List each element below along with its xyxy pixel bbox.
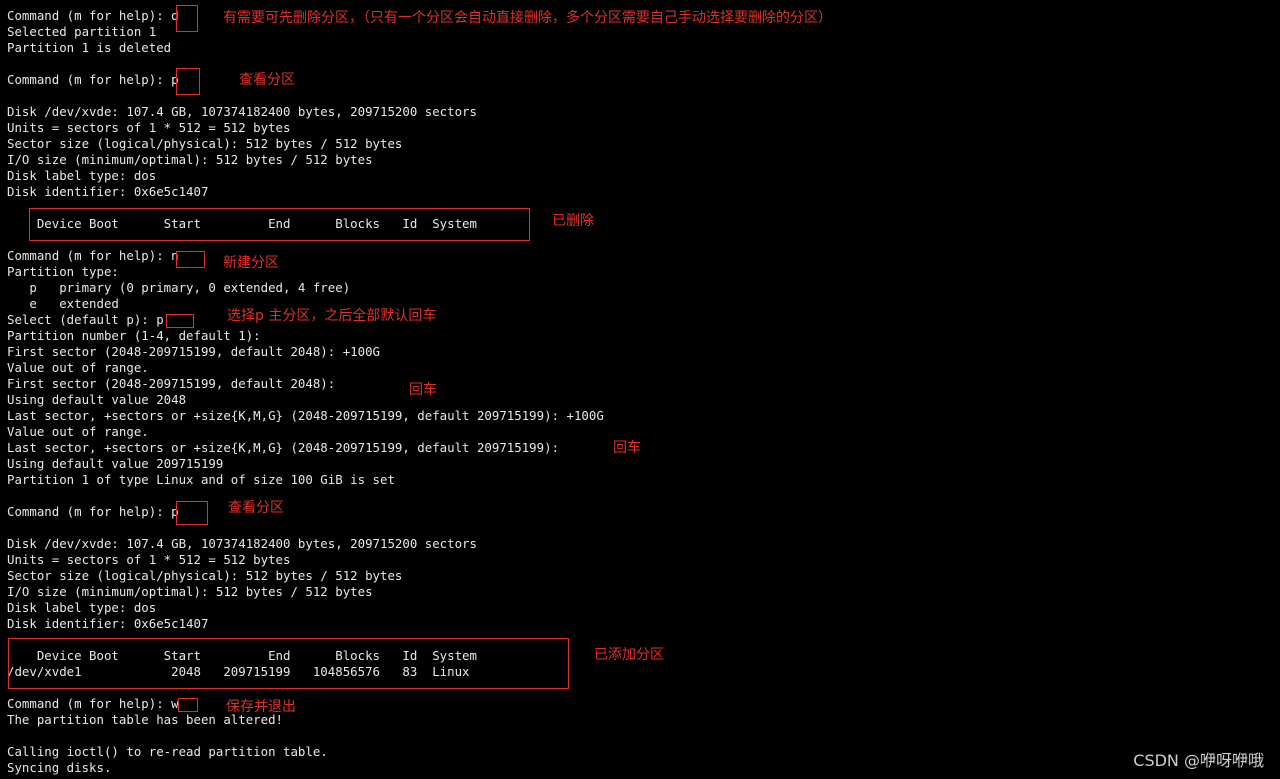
- terminal-line: Command (m for help): w: [7, 696, 179, 711]
- annotation-new-partition: 新建分区: [223, 255, 279, 271]
- annotation-view-partitions: 查看分区: [239, 72, 295, 88]
- terminal-line: Partition 1 of type Linux and of size 10…: [7, 472, 395, 487]
- highlight-p-command: [176, 68, 200, 95]
- terminal-line: Selected partition 1: [7, 24, 157, 39]
- highlight-d-command: [176, 5, 198, 32]
- terminal-line: e extended: [7, 296, 119, 311]
- terminal-line: Command (m for help): n: [7, 248, 179, 263]
- terminal-line: Partition 1 is deleted: [7, 40, 172, 55]
- terminal-line: Last sector, +sectors or +size{K,M,G} (2…: [7, 440, 560, 455]
- highlight-partition-table: [8, 638, 569, 689]
- terminal-line: Disk label type: dos: [7, 168, 157, 183]
- terminal-line: p primary (0 primary, 0 extended, 4 free…: [7, 280, 351, 295]
- terminal-line: Disk identifier: 0x6e5c1407: [7, 616, 209, 631]
- terminal-line: Select (default p): p: [7, 312, 164, 327]
- annotation-save-exit: 保存并退出: [226, 699, 296, 715]
- highlight-select-p: [166, 314, 194, 328]
- annotation-enter-2: 回车: [613, 440, 641, 456]
- terminal-line: Command (m for help): p: [7, 504, 179, 519]
- highlight-p-command-2: [176, 501, 208, 525]
- terminal-line: Calling ioctl() to re-read partition tab…: [7, 744, 328, 759]
- terminal-line: Sector size (logical/physical): 512 byte…: [7, 136, 403, 151]
- annotation-select-primary: 选择p 主分区，之后全部默认回车: [227, 308, 437, 324]
- terminal-line: Value out of range.: [7, 360, 149, 375]
- terminal-line: Disk identifier: 0x6e5c1407: [7, 184, 209, 199]
- terminal-line: I/O size (minimum/optimal): 512 bytes / …: [7, 584, 373, 599]
- terminal-line: Disk label type: dos: [7, 600, 157, 615]
- annotation-added-partition: 已添加分区: [594, 647, 664, 663]
- terminal-line: I/O size (minimum/optimal): 512 bytes / …: [7, 152, 373, 167]
- terminal-line: Using default value 209715199: [7, 456, 224, 471]
- highlight-n-command: [176, 251, 205, 268]
- terminal-line: Units = sectors of 1 * 512 = 512 bytes: [7, 552, 291, 567]
- terminal-line: Last sector, +sectors or +size{K,M,G} (2…: [7, 408, 604, 423]
- terminal-line: Value out of range.: [7, 424, 149, 439]
- terminal-line: Disk /dev/xvde: 107.4 GB, 107374182400 b…: [7, 536, 477, 551]
- csdn-watermark: CSDN @咿呀咿哦: [1133, 751, 1264, 770]
- terminal-line: Using default value 2048: [7, 392, 187, 407]
- terminal-line: First sector (2048-209715199, default 20…: [7, 344, 380, 359]
- terminal-line: Command (m for help): p: [7, 72, 179, 87]
- annotation-deleted: 已删除: [552, 213, 594, 229]
- terminal-line: Syncing disks.: [7, 760, 112, 775]
- terminal-line: Partition type:: [7, 264, 119, 279]
- terminal-line: Sector size (logical/physical): 512 byte…: [7, 568, 403, 583]
- annotation-delete: 有需要可先删除分区，（只有一个分区会自动直接删除，多个分区需要自己手动选择要删除…: [223, 10, 832, 26]
- annotation-enter-1: 回车: [409, 382, 437, 398]
- terminal-line: Disk /dev/xvde: 107.4 GB, 107374182400 b…: [7, 104, 477, 119]
- highlight-empty-table: [29, 208, 530, 241]
- terminal-line: First sector (2048-209715199, default 20…: [7, 376, 336, 391]
- terminal-line: Units = sectors of 1 * 512 = 512 bytes: [7, 120, 291, 135]
- annotation-view-partitions-2: 查看分区: [228, 500, 284, 516]
- highlight-w-command: [178, 698, 198, 712]
- terminal-line: Partition number (1-4, default 1):: [7, 328, 261, 343]
- terminal-line: Command (m for help): d: [7, 8, 179, 23]
